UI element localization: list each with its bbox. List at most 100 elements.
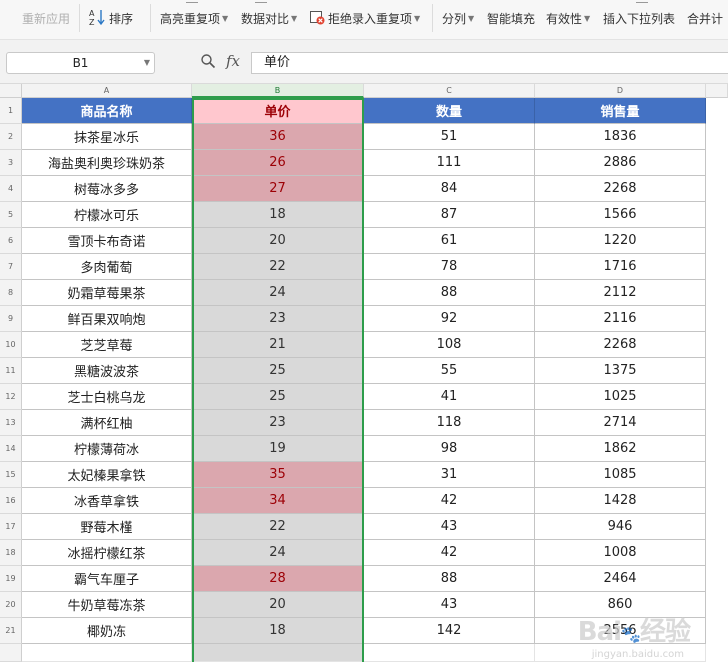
sales-cell[interactable]: 2268 [535, 176, 706, 202]
row-header[interactable]: 20 [0, 592, 22, 618]
product-name-cell[interactable]: 芝芝草莓 [22, 332, 192, 358]
product-name-cell[interactable]: 柠檬冰可乐 [22, 202, 192, 228]
product-name-cell[interactable]: 抹茶星冰乐 [22, 124, 192, 150]
quantity-cell[interactable]: 31 [364, 462, 535, 488]
unit-price-cell[interactable]: 18 [192, 618, 364, 644]
header-cell-b[interactable]: 单价 [192, 98, 364, 124]
sales-cell[interactable]: 1025 [535, 384, 706, 410]
unit-price-cell[interactable]: 23 [192, 410, 364, 436]
quantity-cell[interactable]: 118 [364, 410, 535, 436]
name-box[interactable]: B1 ▼ [6, 52, 155, 74]
sales-cell[interactable]: 2116 [535, 306, 706, 332]
select-all-corner[interactable] [0, 84, 22, 98]
function-fx-icon[interactable]: fx [226, 52, 240, 70]
column-header-e[interactable] [706, 84, 728, 98]
row-header[interactable]: 14 [0, 436, 22, 462]
quantity-cell[interactable]: 42 [364, 540, 535, 566]
product-name-cell[interactable]: 冰摇柠檬红茶 [22, 540, 192, 566]
row-header[interactable]: 3 [0, 150, 22, 176]
sales-cell[interactable]: 1836 [535, 124, 706, 150]
zoom-search-icon[interactable] [199, 53, 217, 71]
insert-dropdown-list-button[interactable]: 插入下拉列表 [603, 0, 675, 36]
empty-cell[interactable] [192, 644, 364, 662]
unit-price-cell[interactable]: 27 [192, 176, 364, 202]
quantity-cell[interactable]: 55 [364, 358, 535, 384]
sales-cell[interactable]: 1375 [535, 358, 706, 384]
quantity-cell[interactable]: 51 [364, 124, 535, 150]
quantity-cell[interactable]: 41 [364, 384, 535, 410]
unit-price-cell[interactable]: 25 [192, 384, 364, 410]
merge-calculate-button[interactable]: 合并计 [687, 0, 723, 36]
highlight-duplicates-button[interactable]: 高亮重复项 ▼ [160, 0, 228, 36]
row-header[interactable]: 10 [0, 332, 22, 358]
unit-price-cell[interactable]: 19 [192, 436, 364, 462]
sales-cell[interactable]: 1566 [535, 202, 706, 228]
quantity-cell[interactable]: 92 [364, 306, 535, 332]
unit-price-cell[interactable]: 35 [192, 462, 364, 488]
row-header[interactable]: 4 [0, 176, 22, 202]
sales-cell[interactable]: 1862 [535, 436, 706, 462]
unit-price-cell[interactable]: 34 [192, 488, 364, 514]
sales-cell[interactable]: 1008 [535, 540, 706, 566]
sales-cell[interactable]: 1220 [535, 228, 706, 254]
product-name-cell[interactable]: 椰奶冻 [22, 618, 192, 644]
row-header[interactable]: 13 [0, 410, 22, 436]
sales-cell[interactable]: 2714 [535, 410, 706, 436]
quantity-cell[interactable]: 111 [364, 150, 535, 176]
column-header-d[interactable]: D [535, 84, 706, 98]
product-name-cell[interactable]: 多肉葡萄 [22, 254, 192, 280]
product-name-cell[interactable]: 芝士白桃乌龙 [22, 384, 192, 410]
sales-cell[interactable]: 1085 [535, 462, 706, 488]
header-cell-d[interactable]: 销售量 [535, 98, 706, 124]
row-header[interactable]: 18 [0, 540, 22, 566]
quantity-cell[interactable]: 43 [364, 514, 535, 540]
sales-cell[interactable]: 2268 [535, 332, 706, 358]
unit-price-cell[interactable]: 28 [192, 566, 364, 592]
quantity-cell[interactable]: 98 [364, 436, 535, 462]
sales-cell[interactable]: 2112 [535, 280, 706, 306]
data-compare-button[interactable]: 数据对比 ▼ [241, 0, 297, 36]
quantity-cell[interactable]: 88 [364, 280, 535, 306]
column-header-c[interactable]: C [364, 84, 535, 98]
product-name-cell[interactable]: 牛奶草莓冻茶 [22, 592, 192, 618]
product-name-cell[interactable]: 树莓冰多多 [22, 176, 192, 202]
row-header[interactable]: 17 [0, 514, 22, 540]
quantity-cell[interactable]: 84 [364, 176, 535, 202]
sales-cell[interactable]: 2464 [535, 566, 706, 592]
validity-button[interactable]: 有效性 ▼ [546, 0, 590, 36]
unit-price-cell[interactable]: 20 [192, 228, 364, 254]
sales-cell[interactable]: 860 [535, 592, 706, 618]
quantity-cell[interactable]: 88 [364, 566, 535, 592]
column-header-a[interactable]: A [22, 84, 192, 98]
product-name-cell[interactable]: 黑糖波波茶 [22, 358, 192, 384]
unit-price-cell[interactable]: 25 [192, 358, 364, 384]
chevron-down-icon[interactable]: ▼ [144, 53, 150, 73]
row-header[interactable] [0, 644, 22, 662]
quantity-cell[interactable]: 87 [364, 202, 535, 228]
unit-price-cell[interactable]: 24 [192, 280, 364, 306]
column-header-b[interactable]: B [192, 84, 364, 98]
unit-price-cell[interactable]: 21 [192, 332, 364, 358]
unit-price-cell[interactable]: 36 [192, 124, 364, 150]
sales-cell[interactable]: 1716 [535, 254, 706, 280]
row-header[interactable]: 2 [0, 124, 22, 150]
row-header[interactable]: 8 [0, 280, 22, 306]
row-header[interactable]: 16 [0, 488, 22, 514]
unit-price-cell[interactable]: 20 [192, 592, 364, 618]
unit-price-cell[interactable]: 23 [192, 306, 364, 332]
empty-cell[interactable] [364, 644, 535, 662]
row-header[interactable]: 7 [0, 254, 22, 280]
quantity-cell[interactable]: 42 [364, 488, 535, 514]
product-name-cell[interactable]: 冰香草拿铁 [22, 488, 192, 514]
unit-price-cell[interactable]: 22 [192, 254, 364, 280]
unit-price-cell[interactable]: 18 [192, 202, 364, 228]
formula-input[interactable]: 单价 [251, 52, 728, 74]
sales-cell[interactable]: 946 [535, 514, 706, 540]
row-header[interactable]: 19 [0, 566, 22, 592]
row-header[interactable]: 9 [0, 306, 22, 332]
unit-price-cell[interactable]: 26 [192, 150, 364, 176]
product-name-cell[interactable]: 柠檬薄荷冰 [22, 436, 192, 462]
reapply-button[interactable]: 重新应用 [22, 0, 70, 36]
row-header[interactable]: 15 [0, 462, 22, 488]
unit-price-cell[interactable]: 24 [192, 540, 364, 566]
